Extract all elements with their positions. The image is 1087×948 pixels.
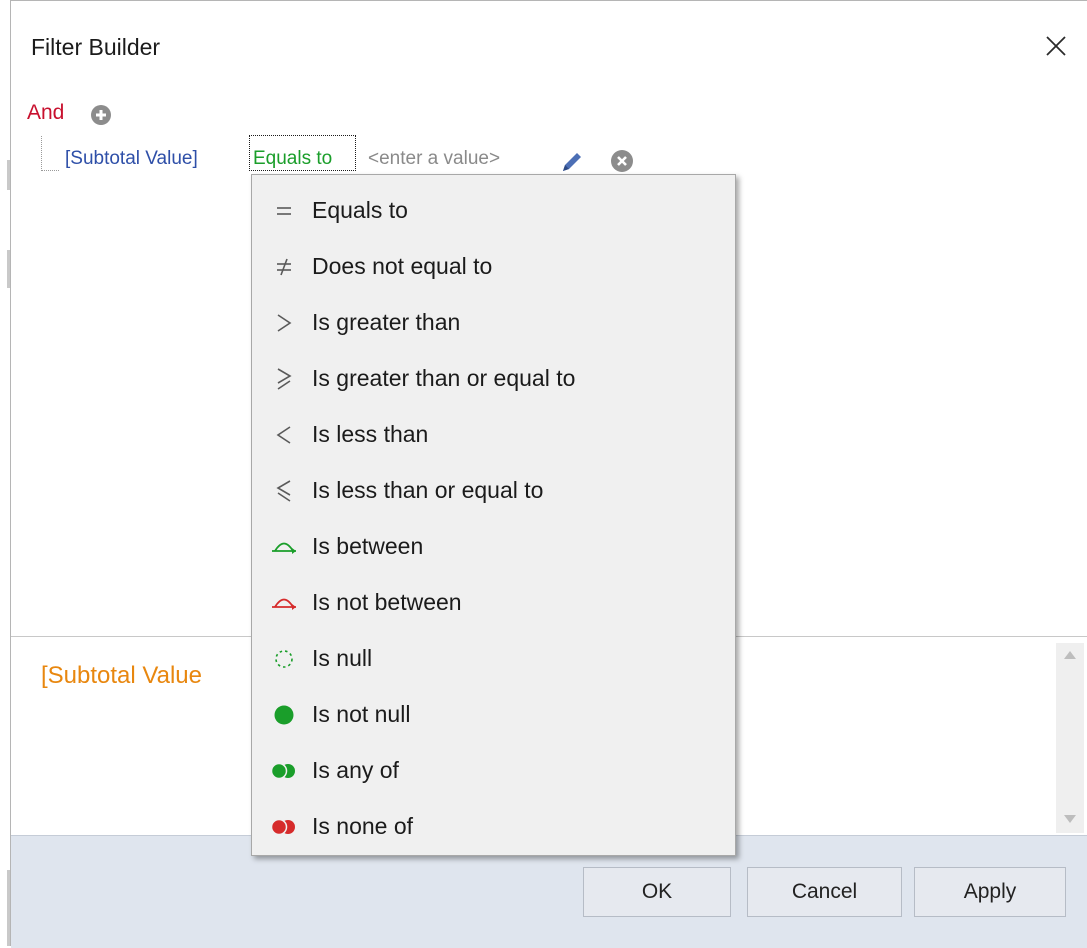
menu-item-less-than[interactable]: Is less than [252,407,735,463]
menu-item-is-between[interactable]: Is between [252,519,735,575]
menu-item-greater-than[interactable]: Is greater than [252,295,735,351]
group-operator[interactable]: And [27,101,64,125]
cancel-button[interactable]: Cancel [747,867,902,917]
condition-field[interactable]: [Subtotal Value] [65,148,198,170]
ok-button[interactable]: OK [583,867,731,917]
dialog-title: Filter Builder [31,34,161,60]
menu-item-label: Is greater than [312,309,461,335]
menu-item-greater-or-equal[interactable]: Is greater than or equal to [252,351,735,407]
menu-item-label: Is between [312,533,424,559]
any-of-icon [266,756,302,786]
less-than-icon [266,420,302,450]
menu-item-is-none-of[interactable]: Is none of [252,799,735,855]
expression-text: [Subtotal Value [41,662,203,689]
remove-condition-icon[interactable] [611,150,633,172]
menu-item-label: Equals to [312,197,408,223]
close-icon[interactable] [1041,31,1071,61]
menu-item-label: Is less than or equal to [312,477,544,503]
scroll-down-icon[interactable] [1064,815,1076,823]
greater-or-equal-icon [266,364,302,394]
none-of-icon [266,812,302,842]
menu-item-is-not-between[interactable]: Is not between [252,575,735,631]
less-or-equal-icon [266,476,302,506]
menu-item-label: Does not equal to [312,253,493,279]
menu-item-label: Is greater than or equal to [312,365,576,391]
greater-than-icon [266,308,302,338]
operator-menu: Equals to Does not equal to Is greater t… [251,174,736,856]
menu-item-label: Is any of [312,757,399,783]
not-null-icon [266,700,302,730]
condition-operator[interactable]: Equals to [253,148,332,170]
menu-item-is-not-null[interactable]: Is not null [252,687,735,743]
menu-item-equals-to[interactable]: Equals to [252,183,735,239]
equals-icon [266,196,302,226]
pencil-icon[interactable] [559,149,585,175]
menu-item-label: Is none of [312,813,414,839]
between-icon [266,532,302,562]
menu-item-does-not-equal-to[interactable]: Does not equal to [252,239,735,295]
menu-item-label: Is not between [312,589,462,615]
menu-item-less-or-equal[interactable]: Is less than or equal to [252,463,735,519]
expression-scrollbar[interactable] [1056,643,1084,833]
menu-item-label: Is less than [312,421,429,447]
window-edge [0,0,10,946]
apply-button[interactable]: Apply [914,867,1066,917]
condition-value-input[interactable]: <enter a value> [368,148,500,170]
null-icon [266,644,302,674]
not-between-icon [266,588,302,618]
scroll-up-icon[interactable] [1064,651,1076,659]
add-condition-icon[interactable] [91,105,111,125]
menu-item-label: Is not null [312,701,411,727]
tree-connector [41,136,59,171]
not-equal-icon [266,252,302,282]
menu-item-is-any-of[interactable]: Is any of [252,743,735,799]
menu-item-is-null[interactable]: Is null [252,631,735,687]
menu-item-label: Is null [312,645,373,671]
